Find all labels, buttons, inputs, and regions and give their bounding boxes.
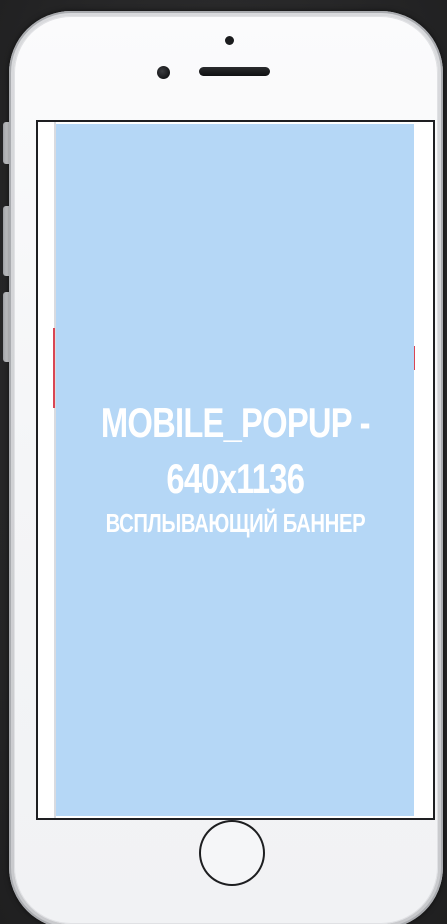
mobile-popup-banner[interactable]: MOBILE_POPUP - 640x1136 ВСПЛЫВАЮЩИЙ БАНН… [56,124,414,816]
popup-title: MOBILE_POPUP - [100,399,371,446]
proximity-sensor-icon [157,66,170,79]
background-accent-left [53,328,55,408]
popup-subtitle: ВСПЛЫВАЮЩИЙ БАННЕР [105,508,365,538]
mockup-stage: MOBILE_POPUP - 640x1136 ВСПЛЫВАЮЩИЙ БАНН… [0,0,447,924]
phone-screen: MOBILE_POPUP - 640x1136 ВСПЛЫВАЮЩИЙ БАНН… [38,122,433,818]
earpiece-speaker-icon [199,67,270,76]
popup-size-label: 640x1136 [166,455,304,502]
home-button[interactable] [199,820,265,886]
front-camera-icon [225,36,234,45]
